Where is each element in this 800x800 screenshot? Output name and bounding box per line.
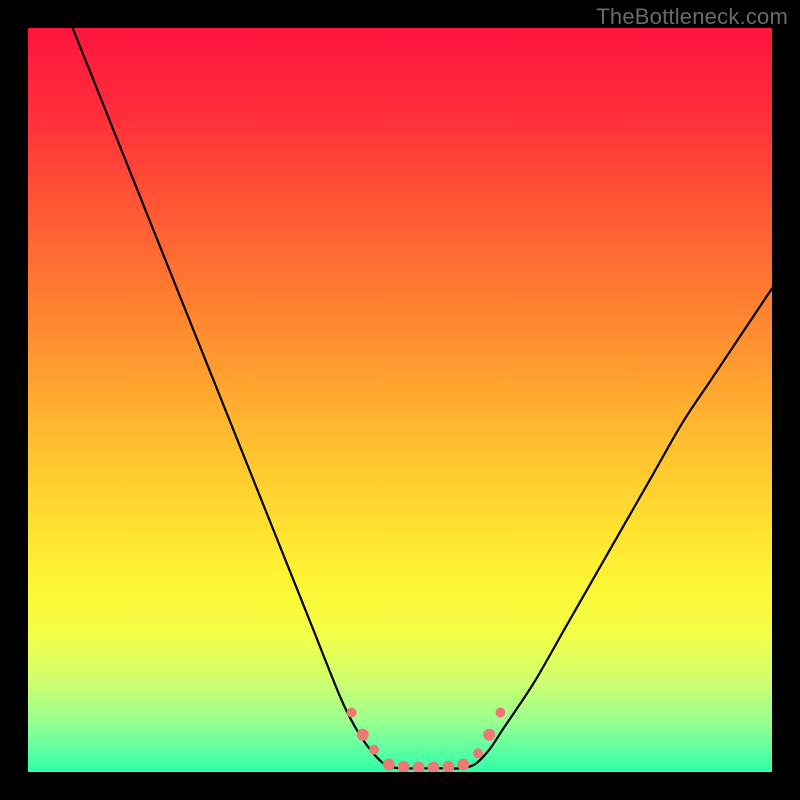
highlight-dot xyxy=(483,729,495,741)
outer-frame: TheBottleneck.com xyxy=(0,0,800,800)
chart-svg xyxy=(28,28,772,772)
highlight-dot xyxy=(357,729,369,741)
highlight-dot xyxy=(495,707,505,717)
highlight-dot xyxy=(473,748,483,758)
gradient-background xyxy=(28,28,772,772)
highlight-dot xyxy=(347,707,357,717)
plot-area xyxy=(28,28,772,772)
watermark-text: TheBottleneck.com xyxy=(596,4,788,30)
highlight-dot xyxy=(457,759,469,771)
highlight-dot xyxy=(383,759,395,771)
highlight-dot xyxy=(369,745,379,755)
